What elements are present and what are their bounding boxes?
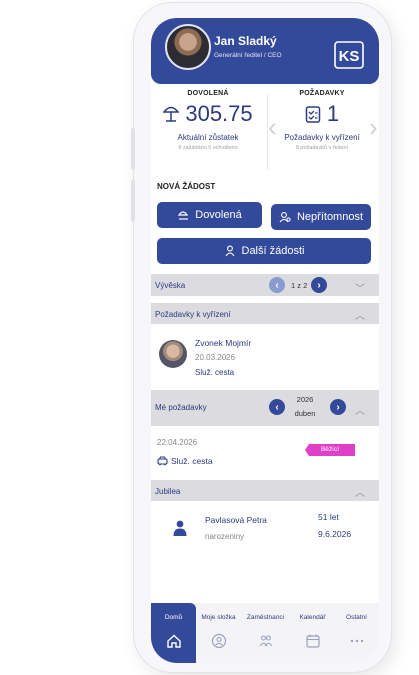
- notice-board-bar[interactable]: Vývěska ‹ 1 z 2 › ﹀: [151, 274, 379, 296]
- jubilee-bar[interactable]: Jubilea ︿: [151, 480, 379, 501]
- tab-employees[interactable]: Zaměstnanci: [243, 603, 288, 663]
- pending-title: Požadavky k vyřízení: [155, 310, 231, 319]
- pending-bar[interactable]: Požadavky k vyřízení ︿: [151, 303, 379, 324]
- vacation-title: DOVOLENÁ: [187, 90, 229, 97]
- user-role: Generální ředitel / CEO: [214, 52, 282, 59]
- my-request-type-row[interactable]: Služ. cesta: [157, 456, 213, 466]
- jubilee-title: Jubilea: [155, 487, 181, 496]
- requests-value: 1: [326, 101, 340, 126]
- notice-board-title: Vývěska: [155, 281, 186, 290]
- pending-name[interactable]: Zvonek Mojmír: [195, 338, 251, 348]
- my-requests-month: duben: [294, 409, 316, 418]
- vacation-label: Aktuální zůstatek: [177, 133, 239, 142]
- board-pager: 1 z 2: [291, 281, 308, 290]
- tab-my-folder-label: Moje složka: [201, 614, 236, 621]
- tab-my-folder[interactable]: Moje složka: [196, 603, 241, 663]
- month-prev-button[interactable]: ‹: [269, 399, 285, 415]
- month-next-button[interactable]: ›: [330, 399, 346, 415]
- tab-calendar-label: Kalendář: [299, 614, 326, 621]
- board-next-button[interactable]: ›: [311, 277, 327, 293]
- vacation-icon: [178, 211, 189, 220]
- requests-value-row: 1: [265, 101, 379, 127]
- people-icon: [259, 635, 272, 647]
- vacation-request-button[interactable]: Dovolená: [157, 202, 262, 228]
- chevron-up-icon[interactable]: ︿: [355, 484, 365, 499]
- absence-request-label: Nepřítomnost: [296, 211, 364, 223]
- vacation-summary[interactable]: DOVOLENÁ 305.75 Aktuální zůstatek 8 zažá…: [151, 90, 265, 151]
- profile-icon: [211, 633, 226, 649]
- company-logo: KS: [334, 41, 364, 69]
- chevron-up-icon[interactable]: ︿: [355, 307, 365, 322]
- pending-type: Služ. cesta: [195, 368, 235, 377]
- calendar-icon: [305, 634, 320, 648]
- my-requests-title: Mé požadavky: [155, 403, 207, 412]
- jubilee-years: 51 let: [318, 512, 339, 522]
- app-header: Jan Sladký Generální ředitel / CEO KS: [151, 18, 379, 84]
- chevron-up-icon[interactable]: ︿: [355, 402, 365, 417]
- my-request-type: Služ. cesta: [171, 456, 213, 466]
- app-screen: Jan Sladký Generální ředitel / CEO KS DO…: [151, 18, 379, 663]
- more-icon: [350, 639, 363, 643]
- logo-text: KS: [339, 48, 360, 65]
- phone-side-button: [131, 180, 135, 222]
- my-requests-bar[interactable]: Mé požadavky ‹ 2026 duben › ︿: [151, 390, 379, 426]
- vacation-sub: 8 zažádáno 0 schváleno: [178, 145, 238, 151]
- pending-date: 20.03.2026: [195, 353, 236, 362]
- jubilee-date: 9.6.2026: [318, 529, 352, 539]
- person-icon: [225, 245, 234, 257]
- my-requests-year: 2026: [296, 395, 314, 404]
- jubilee-event: narozeniny: [205, 532, 245, 541]
- tab-other[interactable]: Ostatní: [334, 603, 379, 663]
- person-icon: [173, 520, 187, 536]
- other-requests-label: Další žádosti: [241, 245, 305, 257]
- phone-side-button: [131, 128, 135, 170]
- tab-employees-label: Zaměstnanci: [246, 614, 285, 621]
- tab-calendar[interactable]: Kalendář: [290, 603, 335, 663]
- absence-request-button[interactable]: Nepřítomnost: [271, 204, 371, 230]
- tab-home-label: Domů: [164, 614, 183, 621]
- bottom-tab-bar: Domů Moje složka Zaměstnanci Kalendář Os…: [151, 603, 379, 663]
- beach-umbrella-icon: [163, 106, 180, 122]
- tab-other-label: Ostatní: [346, 614, 367, 621]
- status-badge: Běžící: [305, 444, 355, 456]
- pending-avatar: [159, 340, 187, 368]
- vacation-request-label: Dovolená: [195, 209, 242, 221]
- chevron-down-icon[interactable]: ﹀: [355, 280, 365, 295]
- requests-label: Požadavky k vyřízení: [284, 133, 360, 142]
- tab-home[interactable]: Domů: [151, 603, 196, 663]
- requests-summary[interactable]: POŽADAVKY 1 Požadavky k vyřízení 8 požad…: [265, 90, 379, 151]
- requests-sub: 8 požadavků v řešení: [295, 145, 349, 151]
- board-prev-button[interactable]: ‹: [269, 277, 285, 293]
- user-name: Jan Sladký: [214, 34, 277, 48]
- car-icon: [157, 456, 168, 466]
- user-avatar[interactable]: [165, 24, 211, 70]
- my-request-date: 22.04.2026: [157, 438, 198, 447]
- jubilee-name: Pavlasová Petra: [205, 515, 267, 525]
- vacation-value-row: 305.75: [151, 101, 265, 127]
- other-requests-button[interactable]: Další žádosti: [157, 238, 371, 264]
- new-request-title: NOVÁ ŽÁDOST: [157, 182, 216, 191]
- summary-panel: DOVOLENÁ 305.75 Aktuální zůstatek 8 zažá…: [151, 84, 379, 180]
- requests-title: POŽADAVKY: [299, 90, 345, 97]
- checklist-icon: [305, 106, 321, 123]
- vacation-value: 305.75: [185, 101, 253, 126]
- home-icon: [166, 634, 181, 648]
- person-absence-icon: [279, 212, 291, 223]
